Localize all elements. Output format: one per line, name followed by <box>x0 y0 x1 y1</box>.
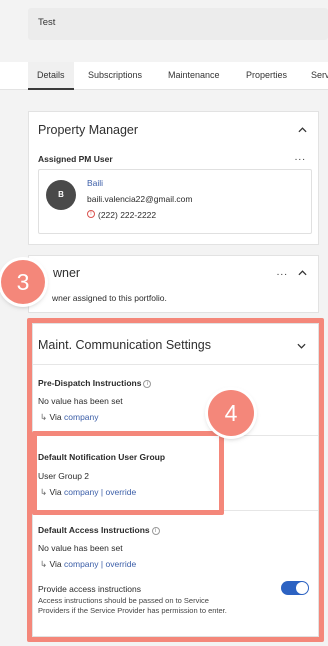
inherit-arrow-icon: ↳ <box>40 487 48 497</box>
pm-more-menu[interactable]: ... <box>295 153 306 163</box>
via-company-link[interactable]: company <box>64 559 99 569</box>
chevron-up-icon[interactable] <box>298 270 307 276</box>
owner-more-menu[interactable]: ... <box>277 268 288 278</box>
pm-user-name[interactable]: Baili <box>87 178 103 188</box>
info-icon[interactable]: i <box>143 380 152 388</box>
via-company-link[interactable]: company <box>64 487 99 497</box>
pm-user-phone: (222) 222-2222 <box>98 210 157 220</box>
via-company-link[interactable]: company <box>64 412 99 422</box>
record-title: Test <box>38 17 56 28</box>
access-value: No value has been set <box>38 543 123 553</box>
link-separator: | <box>100 559 104 569</box>
provide-access-description: Access instructions should be passed on … <box>38 596 227 615</box>
chevron-up-icon[interactable] <box>298 127 307 133</box>
via-label: Via <box>49 487 62 497</box>
property-manager-card: Property Manager Assigned PM User ... B … <box>28 111 319 245</box>
notification-group-via: ↳ Via company | override <box>40 487 136 498</box>
pre-dispatch-heading: Pre-Dispatch Instructions i <box>38 378 152 388</box>
tab-services[interactable]: Serv <box>311 62 328 90</box>
tab-properties[interactable]: Properties <box>246 62 287 90</box>
notification-group-value: User Group 2 <box>38 471 90 481</box>
maint-settings-title: Maint. Communication Settings <box>38 338 211 352</box>
access-via: ↳ Via company | override <box>40 559 136 570</box>
divider <box>33 364 318 365</box>
toggle-knob <box>296 582 308 594</box>
maint-communication-settings-card: Maint. Communication Settings Pre-Dispat… <box>32 323 319 637</box>
provide-access-toggle[interactable] <box>281 581 309 595</box>
chevron-down-icon[interactable] <box>297 343 306 349</box>
pre-dispatch-title: Pre-Dispatch Instructions <box>38 378 142 388</box>
access-heading: Default Access Instructions i <box>38 525 160 535</box>
via-label: Via <box>49 412 62 422</box>
pre-dispatch-value: No value has been set <box>38 396 123 406</box>
override-link[interactable]: override <box>105 559 136 569</box>
record-title-box: Test <box>28 8 328 40</box>
override-link[interactable]: override <box>105 487 136 497</box>
callout-badge-3: 3 <box>1 260 45 304</box>
info-icon[interactable]: i <box>151 527 160 535</box>
tab-bar: Details Subscriptions Maintenance Proper… <box>0 62 328 90</box>
inherit-arrow-icon: ↳ <box>40 412 48 422</box>
divider <box>33 435 318 436</box>
pre-dispatch-via: ↳ Via company <box>40 412 99 423</box>
divider <box>33 510 318 511</box>
owner-title: wner <box>53 266 81 280</box>
owner-empty-message: wner assigned to this portfolio. <box>52 293 167 303</box>
tab-details[interactable]: Details <box>28 62 74 90</box>
owner-card: wner ... wner assigned to this portfolio… <box>28 255 319 313</box>
notification-group-title: Default Notification User Group <box>38 452 166 462</box>
tab-maintenance[interactable]: Maintenance <box>168 62 220 90</box>
provide-access-title: Provide access instructions <box>38 584 141 594</box>
callout-badge-4: 4 <box>208 390 254 436</box>
pm-user-email: baili.valencia22@gmail.com <box>87 194 193 204</box>
tab-subscriptions[interactable]: Subscriptions <box>88 62 142 90</box>
link-separator: | <box>100 487 104 497</box>
alert-icon: ! <box>87 210 95 218</box>
access-title: Default Access Instructions <box>38 525 150 535</box>
inherit-arrow-icon: ↳ <box>40 559 48 569</box>
property-manager-title: Property Manager <box>38 123 139 137</box>
avatar: B <box>46 180 76 210</box>
via-label: Via <box>49 559 62 569</box>
pm-user-card: B Baili baili.valencia22@gmail.com ! (22… <box>38 169 312 234</box>
assigned-pm-label: Assigned PM User <box>38 154 113 164</box>
